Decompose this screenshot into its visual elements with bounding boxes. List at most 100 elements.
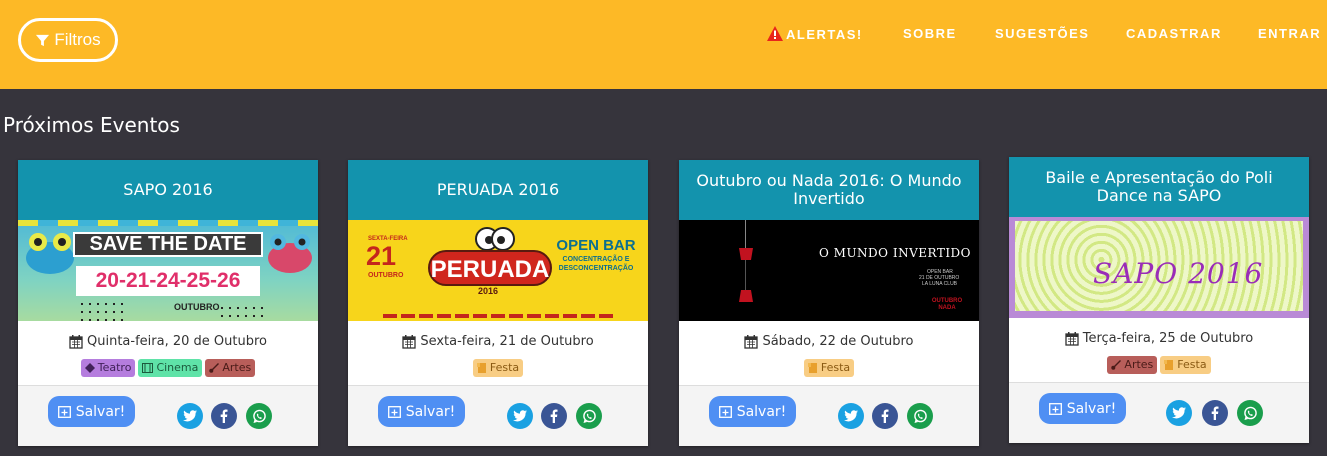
detail-line: LA LUNA CLUB xyxy=(922,281,958,287)
facebook-icon xyxy=(1211,406,1219,420)
save-label: Salvar! xyxy=(75,403,126,420)
event-card: Baile e Apresentação do Poli Dance na SA… xyxy=(1009,157,1309,443)
tag-festa[interactable]: Festa xyxy=(803,359,855,377)
dates-banner: 20-21-24-25-26 xyxy=(76,266,260,296)
whatsapp-icon xyxy=(1243,406,1257,420)
tag-festa[interactable]: Festa xyxy=(1160,356,1211,374)
turkey-mascot xyxy=(475,227,515,251)
tag-label: Artes xyxy=(1124,358,1154,371)
facebook-share-button[interactable] xyxy=(1202,400,1228,426)
tag-label: Cinema xyxy=(156,361,199,374)
whatsapp-icon xyxy=(582,409,596,423)
paintbrush-icon xyxy=(1111,360,1122,370)
whatsapp-icon xyxy=(913,409,927,423)
nav-login[interactable]: ENTRAR xyxy=(1258,26,1321,41)
filters-button[interactable]: Filtros xyxy=(18,18,118,62)
save-button[interactable]: Salvar! xyxy=(378,396,465,427)
party-icon xyxy=(1164,360,1174,370)
event-image[interactable]: SEXTA-FEIRA 21 OUTUBRO PERUADA 2016 OPEN… xyxy=(348,220,648,321)
save-button[interactable]: Salvar! xyxy=(1039,393,1126,424)
red-cup-decoration xyxy=(739,290,753,302)
nav-suggestions[interactable]: SUGESTÕES xyxy=(995,26,1089,41)
event-card: PERUADA 2016 SEXTA-FEIRA 21 OUTUBRO PERU… xyxy=(348,160,648,446)
tag-artes[interactable]: Artes xyxy=(205,359,256,377)
headline-text: SAPO 2016 xyxy=(1093,257,1264,290)
nav-alerts[interactable]: ALERTAS! xyxy=(767,26,863,44)
save-label: Salvar! xyxy=(1066,400,1117,417)
facebook-share-button[interactable] xyxy=(211,403,237,429)
card-footer: Salvar! xyxy=(18,385,318,446)
month-label: OUTUBRO xyxy=(368,272,404,279)
nav-register[interactable]: CADASTRAR xyxy=(1126,26,1222,41)
tag-label: Festa xyxy=(489,361,520,374)
event-image[interactable]: O MUNDO INVERTIDO OPEN BAR 21 DE OUTUBRO… xyxy=(679,220,979,321)
whatsapp-share-button[interactable] xyxy=(576,403,602,429)
section-title: Próximos Eventos xyxy=(3,113,180,137)
tag-label: Festa xyxy=(820,361,851,374)
save-the-date-banner: SAVE THE DATE xyxy=(73,232,263,257)
twitter-share-button[interactable] xyxy=(177,403,203,429)
event-tags: Festa xyxy=(348,359,648,377)
event-image[interactable]: SAPO 2016 xyxy=(1009,217,1309,318)
whatsapp-share-button[interactable] xyxy=(1237,400,1263,426)
facebook-share-button[interactable] xyxy=(872,403,898,429)
peruada-logo-text: PERUADA xyxy=(428,250,552,286)
day-number: 21 xyxy=(366,241,397,271)
event-date: Terça-feira, 25 de Outubro xyxy=(1009,331,1309,346)
event-title[interactable]: Outubro ou Nada 2016: O Mundo Invertido xyxy=(679,160,979,220)
headline-text: O MUNDO INVERTIDO xyxy=(819,246,972,260)
tag-label: Teatro xyxy=(97,361,132,374)
event-title[interactable]: Baile e Apresentação do Poli Dance na SA… xyxy=(1009,157,1309,217)
twitter-icon xyxy=(1172,407,1186,419)
facebook-icon xyxy=(220,409,228,423)
event-date: Sábado, 22 de Outubro xyxy=(679,334,979,349)
event-title[interactable]: PERUADA 2016 xyxy=(348,160,648,220)
card-footer: Salvar! xyxy=(679,385,979,446)
brand-logo: OUTUBRO NADA xyxy=(931,298,963,311)
whatsapp-share-button[interactable] xyxy=(907,403,933,429)
calendar-icon xyxy=(69,334,83,349)
ticket-icon xyxy=(84,363,95,373)
tag-cinema[interactable]: Cinema xyxy=(138,359,203,377)
month-label: OUTUBRO xyxy=(174,302,220,312)
event-date-text: Quinta-feira, 20 de Outubro xyxy=(87,334,267,349)
calendar-plus-icon xyxy=(718,406,732,418)
event-date-text: Terça-feira, 25 de Outubro xyxy=(1082,331,1254,346)
tag-artes[interactable]: Artes xyxy=(1107,356,1158,374)
filters-label: Filtros xyxy=(54,30,101,49)
party-icon xyxy=(807,363,817,373)
calendar-icon xyxy=(402,334,416,349)
event-tags: Artes Festa xyxy=(1009,356,1309,374)
event-date: Sexta-feira, 21 de Outubro xyxy=(348,334,648,349)
film-icon xyxy=(142,363,154,373)
event-tags: Teatro Cinema Artes xyxy=(18,359,318,377)
event-tags: Festa xyxy=(679,359,979,377)
event-date-text: Sexta-feira, 21 de Outubro xyxy=(420,334,594,349)
calendar-plus-icon xyxy=(387,406,401,418)
twitter-share-button[interactable] xyxy=(838,403,864,429)
filter-icon xyxy=(36,34,50,46)
event-title[interactable]: SAPO 2016 xyxy=(18,160,318,220)
event-image[interactable]: SAVE THE DATE 20-21-24-25-26 OUTUBRO xyxy=(18,220,318,321)
save-label: Salvar! xyxy=(736,403,787,420)
twitter-icon xyxy=(513,410,527,422)
twitter-share-button[interactable] xyxy=(1166,400,1192,426)
tag-festa[interactable]: Festa xyxy=(472,359,524,377)
warning-icon xyxy=(767,26,783,44)
calendar-icon xyxy=(744,334,759,349)
red-cup-decoration xyxy=(739,248,753,260)
paintbrush-icon xyxy=(209,363,220,373)
event-card: SAPO 2016 SAVE THE DATE 20-21-24-25-26 O… xyxy=(18,160,318,446)
facebook-share-button[interactable] xyxy=(541,403,567,429)
save-button[interactable]: Salvar! xyxy=(48,396,135,427)
twitter-share-button[interactable] xyxy=(507,403,533,429)
save-button[interactable]: Salvar! xyxy=(709,396,796,427)
calendar-plus-icon xyxy=(57,406,71,418)
whatsapp-share-button[interactable] xyxy=(246,403,272,429)
frog-decoration-right xyxy=(268,234,312,273)
tag-teatro[interactable]: Teatro xyxy=(80,359,136,377)
party-icon xyxy=(476,363,486,373)
nav-about[interactable]: SOBRE xyxy=(903,26,957,41)
facebook-icon xyxy=(881,409,889,423)
open-bar-label: OPEN BAR xyxy=(556,237,636,254)
